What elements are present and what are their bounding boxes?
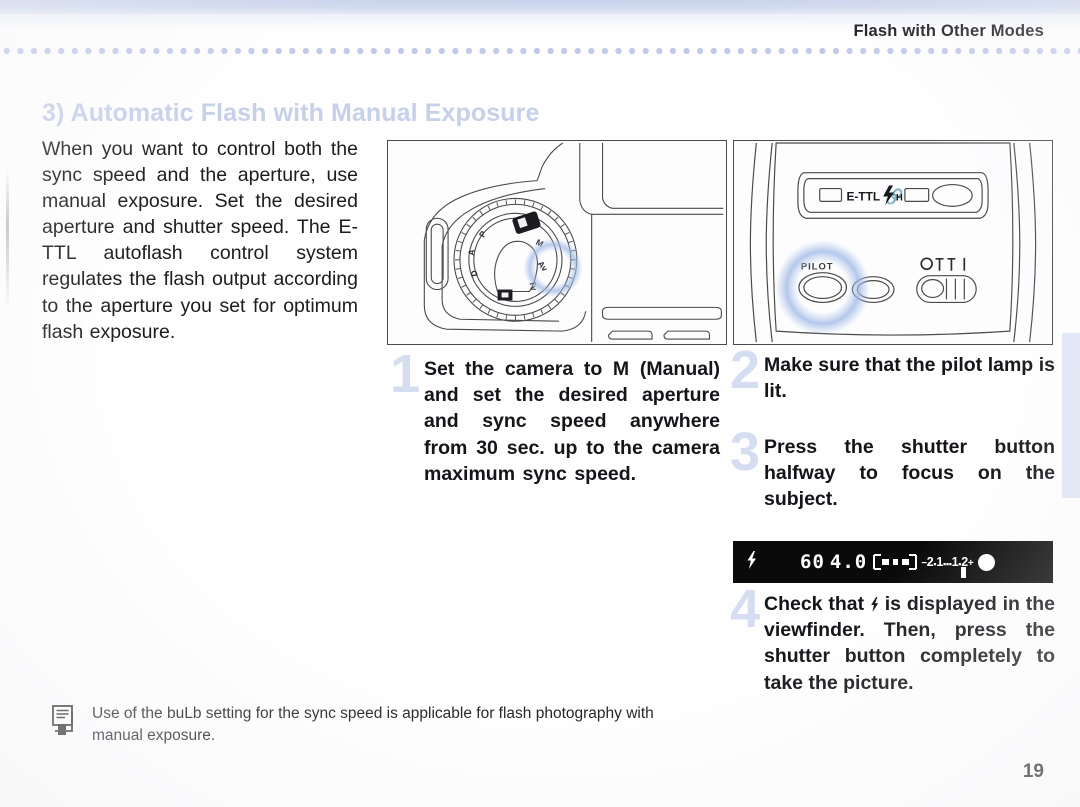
footnote: Use of the buLb setting for the sync spe… — [52, 703, 702, 747]
dotted-divider-rule — [0, 47, 1080, 55]
step-1-text: Set the camera to M (Manual) and set the… — [424, 358, 720, 485]
viewfinder-flash-bolt-icon — [747, 550, 756, 574]
exposure-confirmation-circle — [978, 553, 996, 571]
step-1: 1 Set the camera to M (Manual) and set t… — [390, 347, 720, 487]
step-2-number: 2 — [730, 340, 761, 400]
exposure-level-mark — [961, 567, 966, 578]
running-header-title: Flash with Other Modes — [853, 22, 1044, 40]
camera-dial-figure: M Av Tv P A D — [387, 140, 727, 345]
exposure-plus-1: 1 — [951, 555, 959, 569]
step-3: 3 Press the shutter button halfway to fo… — [730, 425, 1055, 513]
step-3-number: 3 — [730, 422, 761, 482]
step-4: 4 Check that is displayed in the viewfin… — [730, 582, 1055, 696]
flash-bolt-icon — [870, 593, 879, 615]
step-2-text: Make sure that the pilot lamp is lit. — [764, 354, 1055, 403]
footnote-text: Use of the buLb setting for the sync spe… — [92, 705, 654, 744]
viewfinder-display: 60 4.0 −2 ▪ 1 ▪ ▪ ▪ 1 ▪ 2 + — [733, 541, 1053, 583]
svg-text:H: H — [896, 191, 903, 202]
speedlite-panel-figure: E-TTL 🔗 H PILOT — [733, 140, 1053, 345]
page-number: 19 — [1022, 761, 1044, 782]
step-4-text-before: Check that — [764, 593, 870, 615]
svg-text:E-TTL: E-TTL — [846, 189, 880, 203]
viewfinder-aperture: 4.0 — [829, 551, 868, 573]
section-heading: 3) Automatic Flash with Manual Exposure — [42, 99, 540, 127]
exposure-plus-sign: + — [967, 558, 974, 569]
exposure-minus-1: 1 — [936, 555, 943, 569]
intro-paragraph: When you want to control both the sync s… — [42, 138, 358, 343]
scan-edge-artifact — [6, 170, 9, 310]
step-4-text: Check that is displayed in the viewfinde… — [764, 591, 1055, 696]
step-4-number: 4 — [730, 579, 761, 639]
step-1-number: 1 — [390, 344, 421, 404]
manual-page: Flash with Other Modes 3) Automatic Flas… — [0, 0, 1080, 807]
step-2: 2 Make sure that the pilot lamp is lit. — [730, 343, 1055, 404]
af-bracket-icon — [872, 553, 918, 571]
step-3-text: Press the shutter button halfway to focu… — [764, 436, 1055, 511]
note-document-icon — [52, 705, 78, 737]
exposure-minus-2: 2 — [926, 555, 934, 569]
edge-tab-marker — [1062, 333, 1080, 498]
viewfinder-shutter-speed: 60 — [800, 551, 825, 573]
